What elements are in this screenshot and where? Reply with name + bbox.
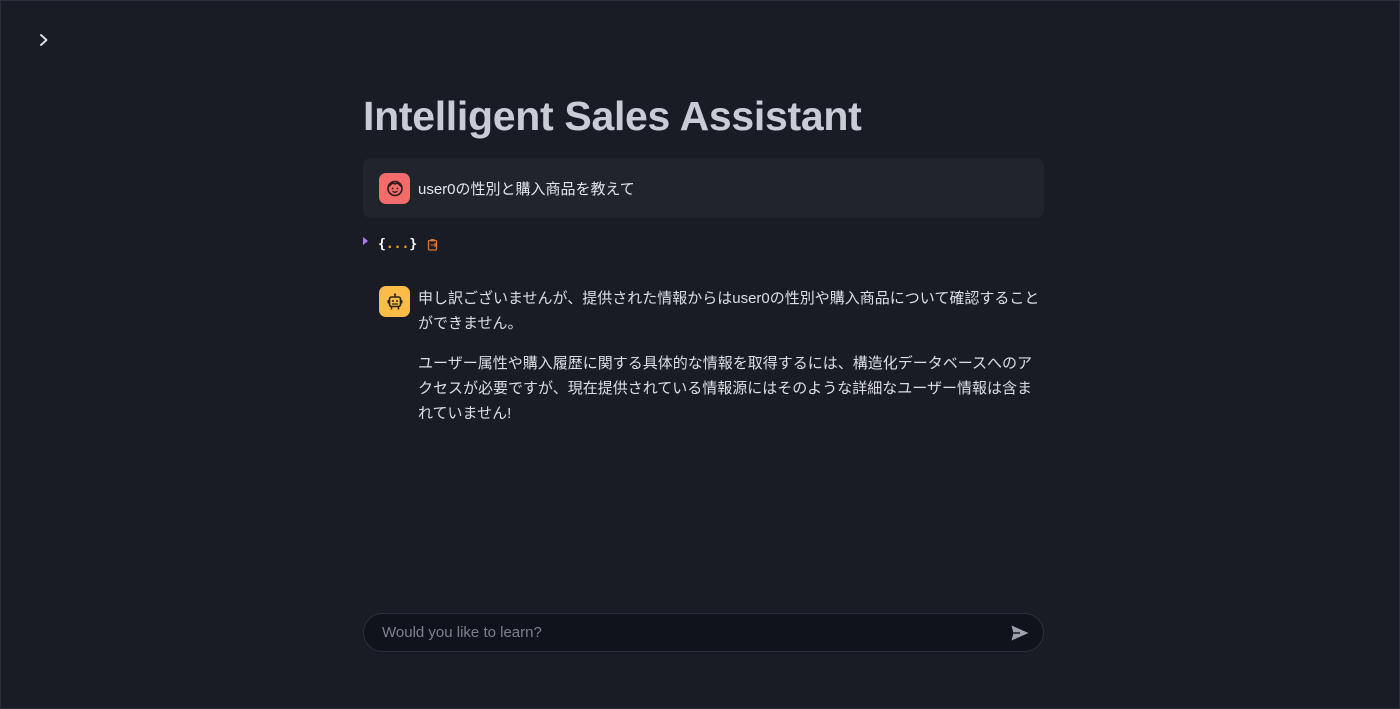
robot-icon — [387, 292, 402, 309]
json-expand-toggle[interactable] — [363, 237, 368, 245]
assistant-paragraph: ユーザー属性や購入履歴に関する具体的な情報を取得するには、構造化データベースへの… — [418, 355, 1032, 422]
assistant-message: 申し訳ございませんが、提供された情報からはuser0の性別や購入商品について確認… — [379, 286, 1044, 426]
chevron-right-icon — [40, 34, 48, 46]
assistant-avatar — [379, 286, 410, 317]
user-message-text: user0の性別と購入商品を教えて — [418, 180, 635, 198]
page-title: Intelligent Sales Assistant — [363, 93, 862, 139]
json-ellipsis[interactable]: ... — [386, 237, 409, 252]
copy-json-button[interactable] — [427, 238, 439, 251]
assistant-message-body: 申し訳ございませんが、提供された情報からはuser0の性別や購入商品について確認… — [418, 286, 1044, 426]
app-window: Intelligent Sales Assistant user0の性別と購入商… — [0, 0, 1400, 709]
send-icon — [1011, 625, 1029, 640]
chat-input-bar — [363, 613, 1044, 652]
chat-input[interactable] — [380, 623, 1007, 642]
json-close-brace: } — [409, 236, 418, 252]
clipboard-icon — [427, 238, 438, 251]
send-button[interactable] — [1007, 620, 1033, 646]
user-message: user0の性別と購入商品を教えて — [363, 158, 1044, 218]
user-avatar — [379, 172, 410, 204]
sidebar-expand-button[interactable] — [33, 29, 55, 51]
user-face-icon — [386, 180, 403, 197]
assistant-paragraph: 申し訳ございませんが、提供された情報からはuser0の性別や購入商品について確認… — [418, 290, 1040, 332]
json-open-brace: { — [378, 236, 386, 252]
json-viewer: { ... } — [363, 234, 439, 254]
